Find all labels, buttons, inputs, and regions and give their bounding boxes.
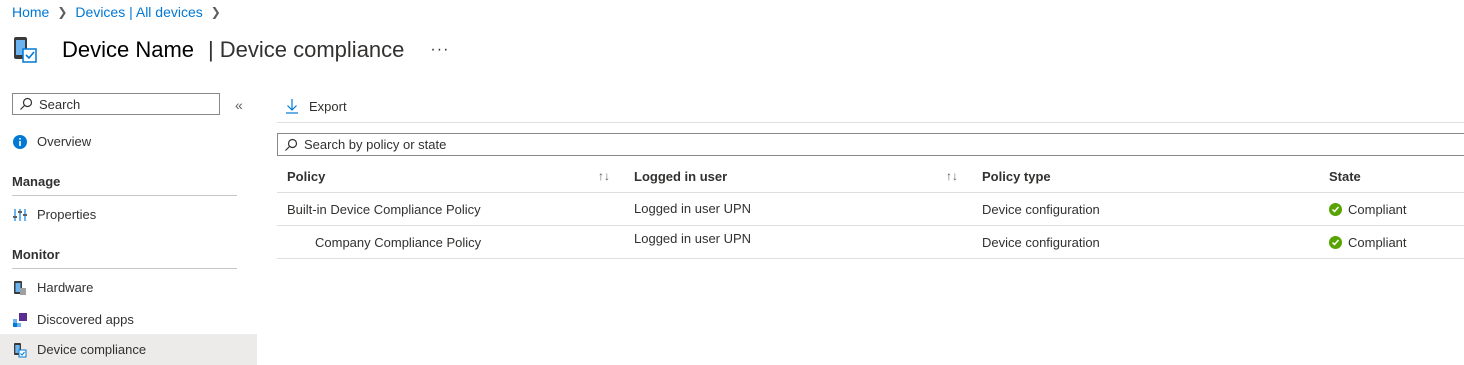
state-label: Compliant (1348, 201, 1407, 217)
info-icon (12, 134, 28, 150)
policy-type-cell: Device configuration (982, 234, 1100, 250)
table-row[interactable]: Built-in Device Compliance Policy Logged… (277, 193, 1464, 226)
user-cell: Logged in user UPN (634, 201, 752, 216)
user-cell: Logged in user UPN (634, 231, 752, 246)
hardware-icon (12, 280, 28, 296)
toolbar-divider (277, 122, 1464, 123)
search-icon (20, 97, 33, 110)
sidebar-nav: « Overview Manage Properties Monitor Har… (0, 90, 257, 365)
sidebar-item-label: Hardware (37, 280, 94, 295)
sort-icon[interactable]: ↑↓ (946, 169, 958, 183)
table-row[interactable]: Company Compliance Policy Logged in user… (277, 226, 1464, 259)
column-header-logged-in-user[interactable]: Logged in user (634, 160, 964, 192)
chevron-right-icon: ❯ (210, 5, 221, 19)
page-title: Device compliance (219, 37, 405, 62)
sidebar-search-input[interactable] (37, 95, 211, 113)
sidebar-search-box[interactable] (12, 93, 220, 115)
policy-cell[interactable]: Built-in Device Compliance Policy (287, 193, 617, 225)
state-cell: Compliant (1329, 226, 1464, 258)
breadcrumb: Home ❯ Devices | All devices ❯ (12, 4, 229, 20)
sidebar-item-discovered-apps[interactable]: Discovered apps (0, 304, 257, 335)
download-icon (286, 99, 298, 114)
sidebar-item-label: Discovered apps (37, 312, 134, 327)
sidebar-item-label: Overview (37, 134, 92, 149)
sidebar-item-device-compliance[interactable]: Device compliance (0, 334, 257, 365)
chevron-right-icon: ❯ (57, 5, 68, 19)
policy-search-input[interactable] (302, 136, 906, 153)
collapse-sidebar-icon[interactable]: « (235, 97, 243, 113)
sidebar-item-label: Device compliance (37, 342, 147, 357)
policy-cell[interactable]: Company Compliance Policy (287, 226, 645, 258)
section-heading-manage: Manage (12, 174, 61, 189)
device-name-title: Device Name (62, 37, 195, 62)
check-circle-icon (1329, 235, 1342, 249)
apps-icon (12, 312, 28, 328)
more-options-icon[interactable]: ··· (430, 41, 449, 59)
device-compliance-icon (12, 35, 40, 65)
column-header-state: State (1329, 168, 1361, 184)
device-compliance-icon (12, 342, 28, 358)
state-label: Compliant (1348, 234, 1407, 250)
section-divider (12, 195, 237, 196)
state-cell: Compliant (1329, 193, 1464, 225)
command-bar: Export (277, 90, 347, 122)
export-label: Export (309, 98, 347, 114)
sidebar-item-overview[interactable]: Overview (0, 126, 257, 157)
table-header-row: Policy ↑↓ Logged in user ↑↓ Policy type … (277, 160, 1464, 193)
policy-search-box[interactable] (277, 133, 1464, 156)
search-icon (285, 138, 298, 151)
page-header: Device Name | Device compliance ··· (12, 32, 449, 68)
breadcrumb-home-link[interactable]: Home (12, 4, 49, 20)
title-separator: | (208, 37, 214, 62)
policy-type-cell: Device configuration (982, 201, 1100, 217)
compliance-table: Policy ↑↓ Logged in user ↑↓ Policy type … (277, 160, 1464, 259)
column-header-policy-type: Policy type (982, 168, 1051, 184)
sidebar-item-label: Properties (37, 207, 97, 222)
column-header-policy[interactable]: Policy (287, 160, 617, 192)
section-divider (12, 268, 237, 269)
section-heading-monitor: Monitor (12, 247, 60, 262)
sort-icon[interactable]: ↑↓ (598, 169, 610, 183)
breadcrumb-devices-link[interactable]: Devices | All devices (75, 4, 202, 20)
check-circle-icon (1329, 202, 1342, 216)
export-button[interactable]: Export (277, 98, 347, 114)
sidebar-item-hardware[interactable]: Hardware (0, 272, 257, 303)
properties-icon (12, 207, 28, 223)
sidebar-item-properties[interactable]: Properties (0, 199, 257, 230)
